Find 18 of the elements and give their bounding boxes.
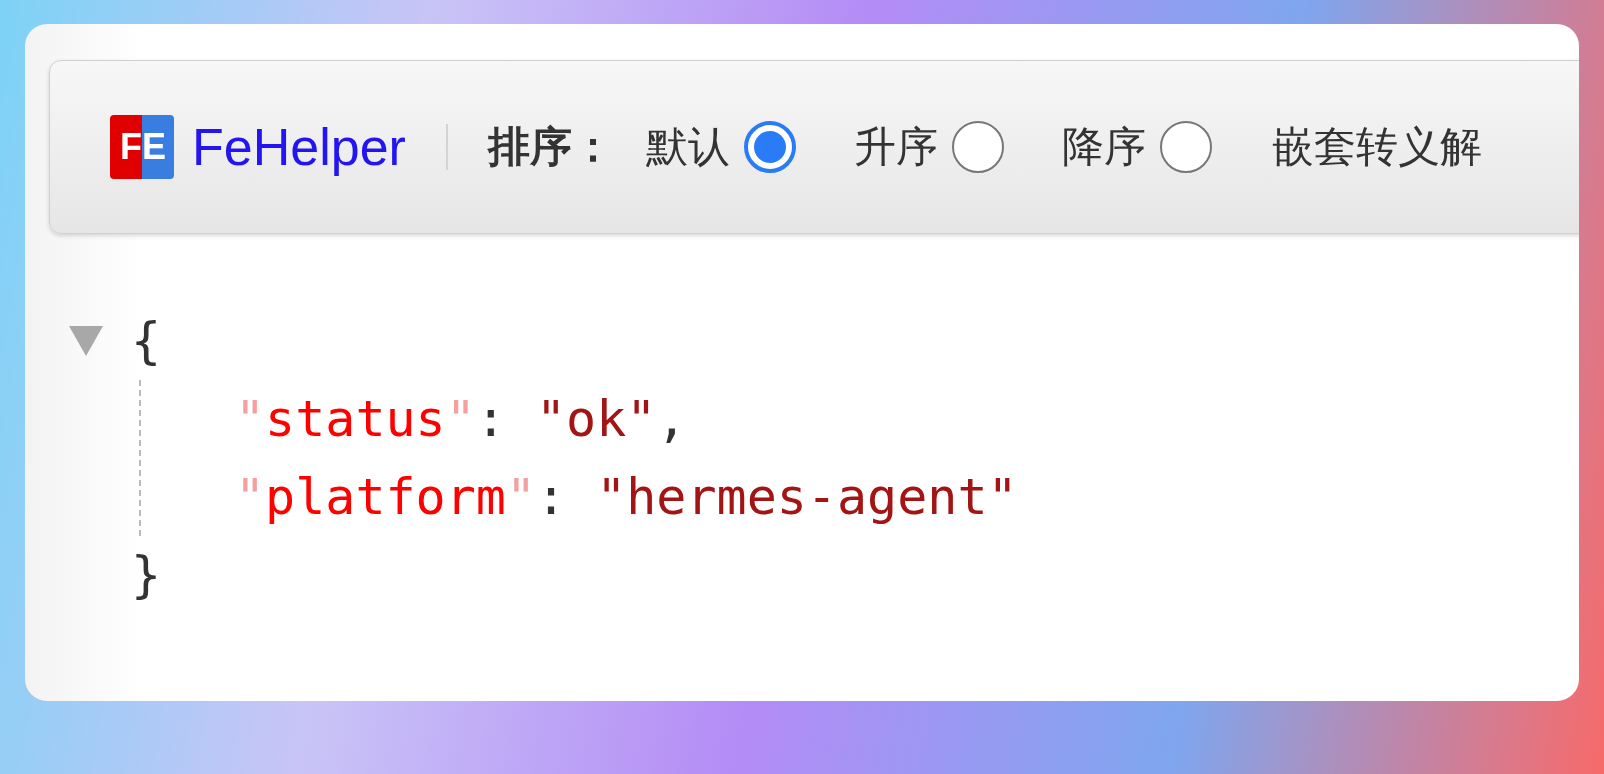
triangle-icon[interactable] [69, 326, 103, 356]
nested-unescape-label: 嵌套转义解 [1271, 126, 1482, 168]
sort-option-label[interactable]: 默认 [645, 126, 730, 168]
colon: : [475, 389, 506, 450]
comma: , [656, 389, 687, 450]
colon: : [536, 467, 567, 528]
json-key: "platform" [235, 458, 537, 536]
close-brace: } [131, 545, 163, 606]
sort-label: 排序： [487, 126, 614, 168]
json-key: "status" [235, 380, 476, 458]
json-value: "hermes-agent" [596, 467, 1018, 528]
json-value: "ok" [535, 389, 657, 450]
open-brace: { [131, 311, 163, 372]
radio-button[interactable] [1159, 121, 1212, 173]
sort-option-label[interactable]: 降序 [1061, 126, 1146, 168]
sort-option-label[interactable]: 升序 [853, 126, 938, 168]
radio-button[interactable] [951, 121, 1004, 173]
radio-button[interactable] [743, 121, 796, 173]
